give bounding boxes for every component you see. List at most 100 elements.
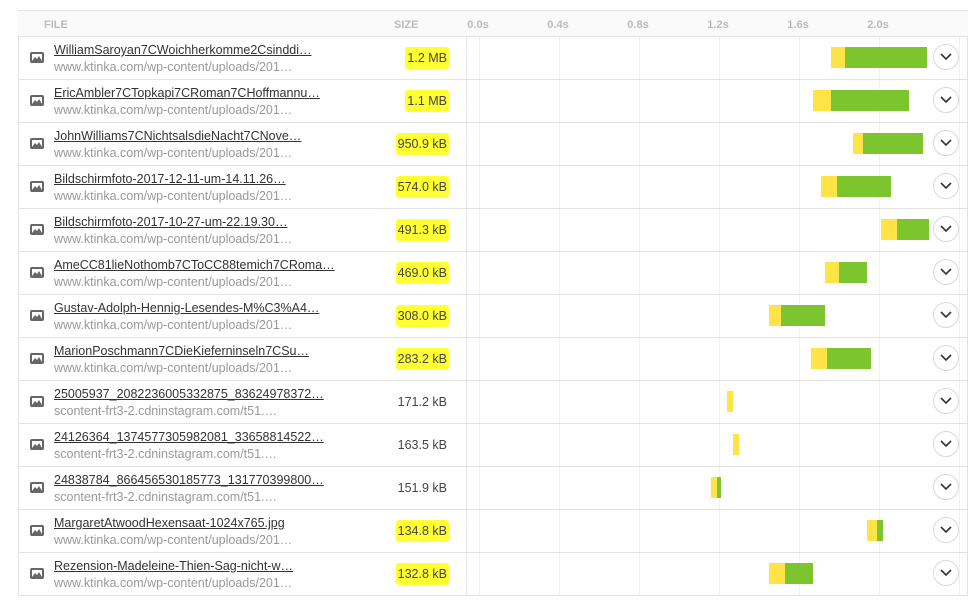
- timing-bar[interactable]: [733, 434, 739, 455]
- expand-row-button[interactable]: [933, 87, 959, 113]
- image-icon: [30, 181, 44, 192]
- expand-row-button[interactable]: [933, 44, 959, 70]
- timing-bar[interactable]: [711, 477, 721, 498]
- grid-line: [639, 252, 640, 294]
- expand-row-button[interactable]: [933, 173, 959, 199]
- file-size-cell: 308.0 kB: [379, 295, 449, 337]
- request-row[interactable]: Bildschirmfoto-2017-12-11-um-14.11.26… w…: [18, 166, 968, 209]
- timing-bar[interactable]: [831, 47, 927, 68]
- file-name-link[interactable]: Bildschirmfoto-2017-10-27-um-22.19.30…: [54, 215, 287, 229]
- file-url: scontent-frt3-2.cdninstagram.com/t51.…: [54, 447, 278, 461]
- file-name-link[interactable]: MarionPoschmann7CDieKieferninseln7CSu…: [54, 344, 309, 358]
- grid-line: [799, 209, 800, 251]
- timing-bar[interactable]: [821, 176, 891, 197]
- request-row[interactable]: Rezension-Madeleine-Thien-Sag-nicht-w… w…: [18, 553, 968, 596]
- wait-segment: [881, 219, 897, 240]
- file-size-cell: 151.9 kB: [379, 467, 449, 509]
- request-row[interactable]: MarionPoschmann7CDieKieferninseln7CSu… w…: [18, 338, 968, 381]
- grid-line: [959, 467, 960, 509]
- chevron-down-icon: [940, 96, 952, 104]
- request-row[interactable]: WilliamSaroyan7CWoichherkomme2Csinddi… w…: [18, 36, 968, 80]
- expand-row-button[interactable]: [933, 259, 959, 285]
- timing-track: [467, 510, 960, 552]
- file-name-link[interactable]: Rezension-Madeleine-Thien-Sag-nicht-w…: [54, 559, 293, 573]
- request-row[interactable]: MargaretAtwoodHexensaat-1024x765.jpg www…: [18, 510, 968, 553]
- file-name-link[interactable]: Bildschirmfoto-2017-12-11-um-14.11.26…: [54, 172, 286, 186]
- request-row[interactable]: 24126364_1374577305982081_33658814522… s…: [18, 424, 968, 467]
- request-row[interactable]: 25005937_2082236005332875_83624978372… s…: [18, 381, 968, 424]
- image-icon: [30, 138, 44, 149]
- timing-bar[interactable]: [853, 133, 923, 154]
- grid-line: [559, 295, 560, 337]
- timing-track: [467, 209, 960, 251]
- file-size-cell: 1.1 MB: [379, 80, 449, 122]
- file-name-link[interactable]: WilliamSaroyan7CWoichherkomme2Csinddi…: [54, 43, 312, 57]
- file-name-link[interactable]: JohnWilliams7CNichtsalsdieNacht7CNove…: [54, 129, 301, 143]
- grid-line: [959, 209, 960, 251]
- timing-bar[interactable]: [813, 90, 909, 111]
- file-column-header[interactable]: FILE: [44, 19, 68, 31]
- grid-line: [639, 510, 640, 552]
- grid-line: [639, 80, 640, 122]
- expand-row-button[interactable]: [933, 302, 959, 328]
- chevron-down-icon: [940, 225, 952, 233]
- grid-line: [639, 553, 640, 595]
- grid-line: [879, 252, 880, 294]
- file-name-link[interactable]: AmeCC81lieNothomb7CToCC88temich7CRoma…: [54, 258, 335, 272]
- file-url: scontent-frt3-2.cdninstagram.com/t51.…: [54, 490, 278, 504]
- expand-row-button[interactable]: [933, 517, 959, 543]
- wait-segment: [769, 305, 781, 326]
- wait-segment: [733, 434, 739, 455]
- file-size: 163.5 kB: [397, 438, 447, 452]
- file-name-link[interactable]: 24838784_866456530185773_131770399800…: [54, 473, 324, 487]
- timing-bar[interactable]: [825, 262, 867, 283]
- receive-segment: [785, 563, 813, 584]
- grid-line: [479, 381, 480, 423]
- receive-segment: [781, 305, 825, 326]
- grid-line: [959, 381, 960, 423]
- chevron-down-icon: [940, 53, 952, 61]
- timing-bar[interactable]: [881, 219, 929, 240]
- grid-line: [799, 510, 800, 552]
- file-size: 1.1 MB: [405, 90, 449, 112]
- chevron-down-icon: [940, 569, 952, 577]
- file-name-link[interactable]: Gustav-Adolph-Hennig-Lesendes-M%C3%A4…: [54, 301, 319, 315]
- grid-line: [799, 467, 800, 509]
- expand-row-button[interactable]: [933, 345, 959, 371]
- grid-line: [639, 123, 640, 165]
- expand-row-button[interactable]: [933, 388, 959, 414]
- timing-bar[interactable]: [727, 391, 733, 412]
- expand-row-button[interactable]: [933, 560, 959, 586]
- expand-row-button[interactable]: [933, 130, 959, 156]
- request-row[interactable]: 24838784_866456530185773_131770399800… s…: [18, 467, 968, 510]
- expand-row-button[interactable]: [933, 474, 959, 500]
- file-name-link[interactable]: MargaretAtwoodHexensaat-1024x765.jpg: [54, 516, 285, 530]
- request-row[interactable]: Bildschirmfoto-2017-10-27-um-22.19.30… w…: [18, 209, 968, 252]
- timing-bar[interactable]: [867, 520, 883, 541]
- file-name-link[interactable]: 25005937_2082236005332875_83624978372…: [54, 387, 324, 401]
- grid-line: [479, 510, 480, 552]
- time-tick-label: 1.2s: [707, 19, 729, 31]
- timing-bar[interactable]: [811, 348, 871, 369]
- grid-line: [879, 424, 880, 466]
- request-row[interactable]: JohnWilliams7CNichtsalsdieNacht7CNove… w…: [18, 123, 968, 166]
- expand-row-button[interactable]: [933, 216, 959, 242]
- timing-bar[interactable]: [769, 305, 825, 326]
- request-row[interactable]: AmeCC81lieNothomb7CToCC88temich7CRoma… w…: [18, 252, 968, 295]
- grid-line: [719, 510, 720, 552]
- file-name-link[interactable]: 24126364_1374577305982081_33658814522…: [54, 430, 324, 444]
- timing-bar[interactable]: [769, 563, 813, 584]
- grid-line: [559, 424, 560, 466]
- expand-row-button[interactable]: [933, 431, 959, 457]
- grid-line: [559, 467, 560, 509]
- grid-line: [959, 295, 960, 337]
- grid-line: [959, 123, 960, 165]
- request-row[interactable]: EricAmbler7CTopkapi7CRoman7CHoffmannu… w…: [18, 80, 968, 123]
- request-row[interactable]: Gustav-Adolph-Hennig-Lesendes-M%C3%A4… w…: [18, 295, 968, 338]
- size-column-header[interactable]: SIZE: [394, 19, 418, 31]
- file-name-link[interactable]: EricAmbler7CTopkapi7CRoman7CHoffmannu…: [54, 86, 320, 100]
- chevron-down-icon: [940, 268, 952, 276]
- grid-line: [479, 80, 480, 122]
- file-size-cell: 132.8 kB: [379, 553, 449, 595]
- file-url: www.ktinka.com/wp-content/uploads/201…: [54, 60, 293, 74]
